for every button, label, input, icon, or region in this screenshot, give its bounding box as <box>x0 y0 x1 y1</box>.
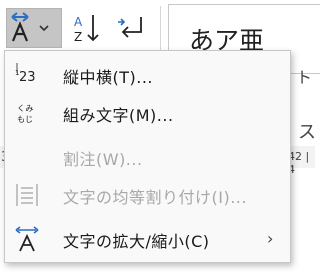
menu-item-label: 割注(W)... <box>63 150 143 169</box>
sort-az-icon: A Z <box>74 15 99 44</box>
submenu-arrow-icon: › <box>267 229 274 248</box>
svg-text:A: A <box>74 15 83 29</box>
line-break-button[interactable] <box>110 8 152 48</box>
menu-item-character-scaling[interactable]: 文字の拡大/縮小(C) › <box>5 221 290 257</box>
style-partial-text-1: ト <box>296 68 313 87</box>
menu-item-label: 文字の拡大/縮小(C) <box>63 232 210 251</box>
tate-chu-yoko-icon: 1 23 <box>13 61 41 89</box>
kumimoji-icon: くみ もじ <box>13 99 41 127</box>
menu-item-kumimoji[interactable]: くみ もじ 組み文字(M)... <box>5 95 290 131</box>
menu-item-label: 縦中横(T)... <box>63 68 154 87</box>
distribute-text-icon <box>13 181 41 209</box>
style-partial-text-2: ス <box>298 122 316 143</box>
menu-item-tate-chu-yoko[interactable]: 1 23 縦中横(T)... <box>5 57 290 93</box>
character-scaling-dropdown-menu: 1 23 縦中横(T)... くみ もじ 組み文字(M)... 割注(W)...… <box>4 50 291 263</box>
character-scaling-icon <box>13 225 41 253</box>
character-scaling-button[interactable] <box>6 8 62 48</box>
ruler-right-text: 42 | 4 <box>288 150 310 176</box>
line-break-icon <box>118 17 142 38</box>
menu-item-distribute-text: 文字の均等割り付け(I)... <box>5 177 290 213</box>
svg-text:くみ: くみ <box>17 104 33 113</box>
svg-text:23: 23 <box>19 70 36 85</box>
menu-item-label: 組み文字(M)... <box>63 106 174 125</box>
menu-item-warichu: 割注(W)... <box>5 139 290 175</box>
svg-text:もじ: もじ <box>17 115 33 124</box>
sort-button[interactable]: A Z <box>66 8 108 48</box>
svg-text:Z: Z <box>74 30 82 44</box>
menu-item-label: 文字の均等割り付け(I)... <box>63 188 247 207</box>
character-scaling-icon <box>11 12 49 42</box>
